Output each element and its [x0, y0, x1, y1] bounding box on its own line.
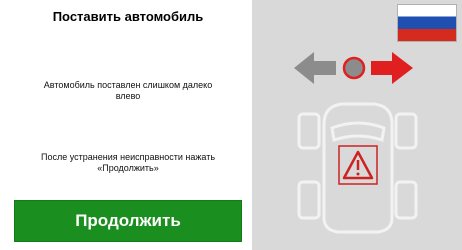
warning-triangle-icon	[338, 145, 378, 185]
arrow-left-icon	[294, 52, 336, 84]
position-dot-icon	[342, 56, 366, 80]
status-message: Автомобиль поставлен слишком далеко влев…	[43, 80, 213, 101]
arrow-right-icon	[371, 52, 413, 84]
terminal-screen: Поставить автомобиль Автомобиль поставле…	[0, 0, 462, 250]
continue-button[interactable]: Продолжить	[14, 200, 242, 242]
instruction-panel: Поставить автомобиль Автомобиль поставле…	[0, 0, 252, 250]
instruction-text: После устранения неисправности нажать «П…	[40, 152, 216, 173]
russian-flag-icon[interactable]	[397, 4, 457, 42]
page-title: Поставить автомобиль	[52, 9, 204, 24]
